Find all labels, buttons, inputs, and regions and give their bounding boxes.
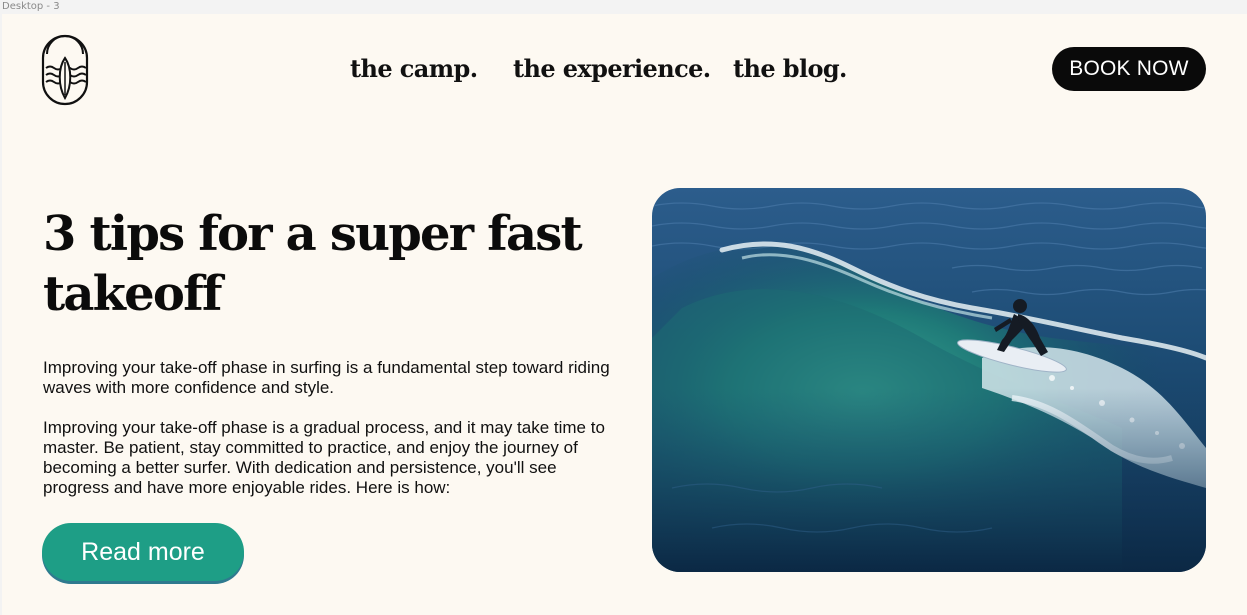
article-title: 3 tips for a super fast takeoff (43, 206, 583, 322)
nav-link-the-camp[interactable]: the camp. (350, 54, 478, 83)
landing-page: the camp. the experience. the blog. BOOK… (2, 14, 1247, 615)
nav-link-the-blog[interactable]: the blog. (733, 54, 847, 83)
surfer-riding-wave-photo (652, 188, 1206, 572)
article-body-paragraph: Improving your take-off phase is a gradu… (43, 418, 605, 497)
article-intro-paragraph: Improving your take-off phase in surfing… (43, 358, 610, 397)
book-now-button[interactable]: BOOK NOW (1052, 47, 1206, 91)
nav-link-the-experience[interactable]: the experience. (513, 54, 711, 83)
frame-label: Desktop - 3 (2, 1, 60, 12)
read-more-button[interactable]: Read more (42, 523, 244, 581)
surf-camp-logo-icon[interactable] (41, 34, 89, 106)
